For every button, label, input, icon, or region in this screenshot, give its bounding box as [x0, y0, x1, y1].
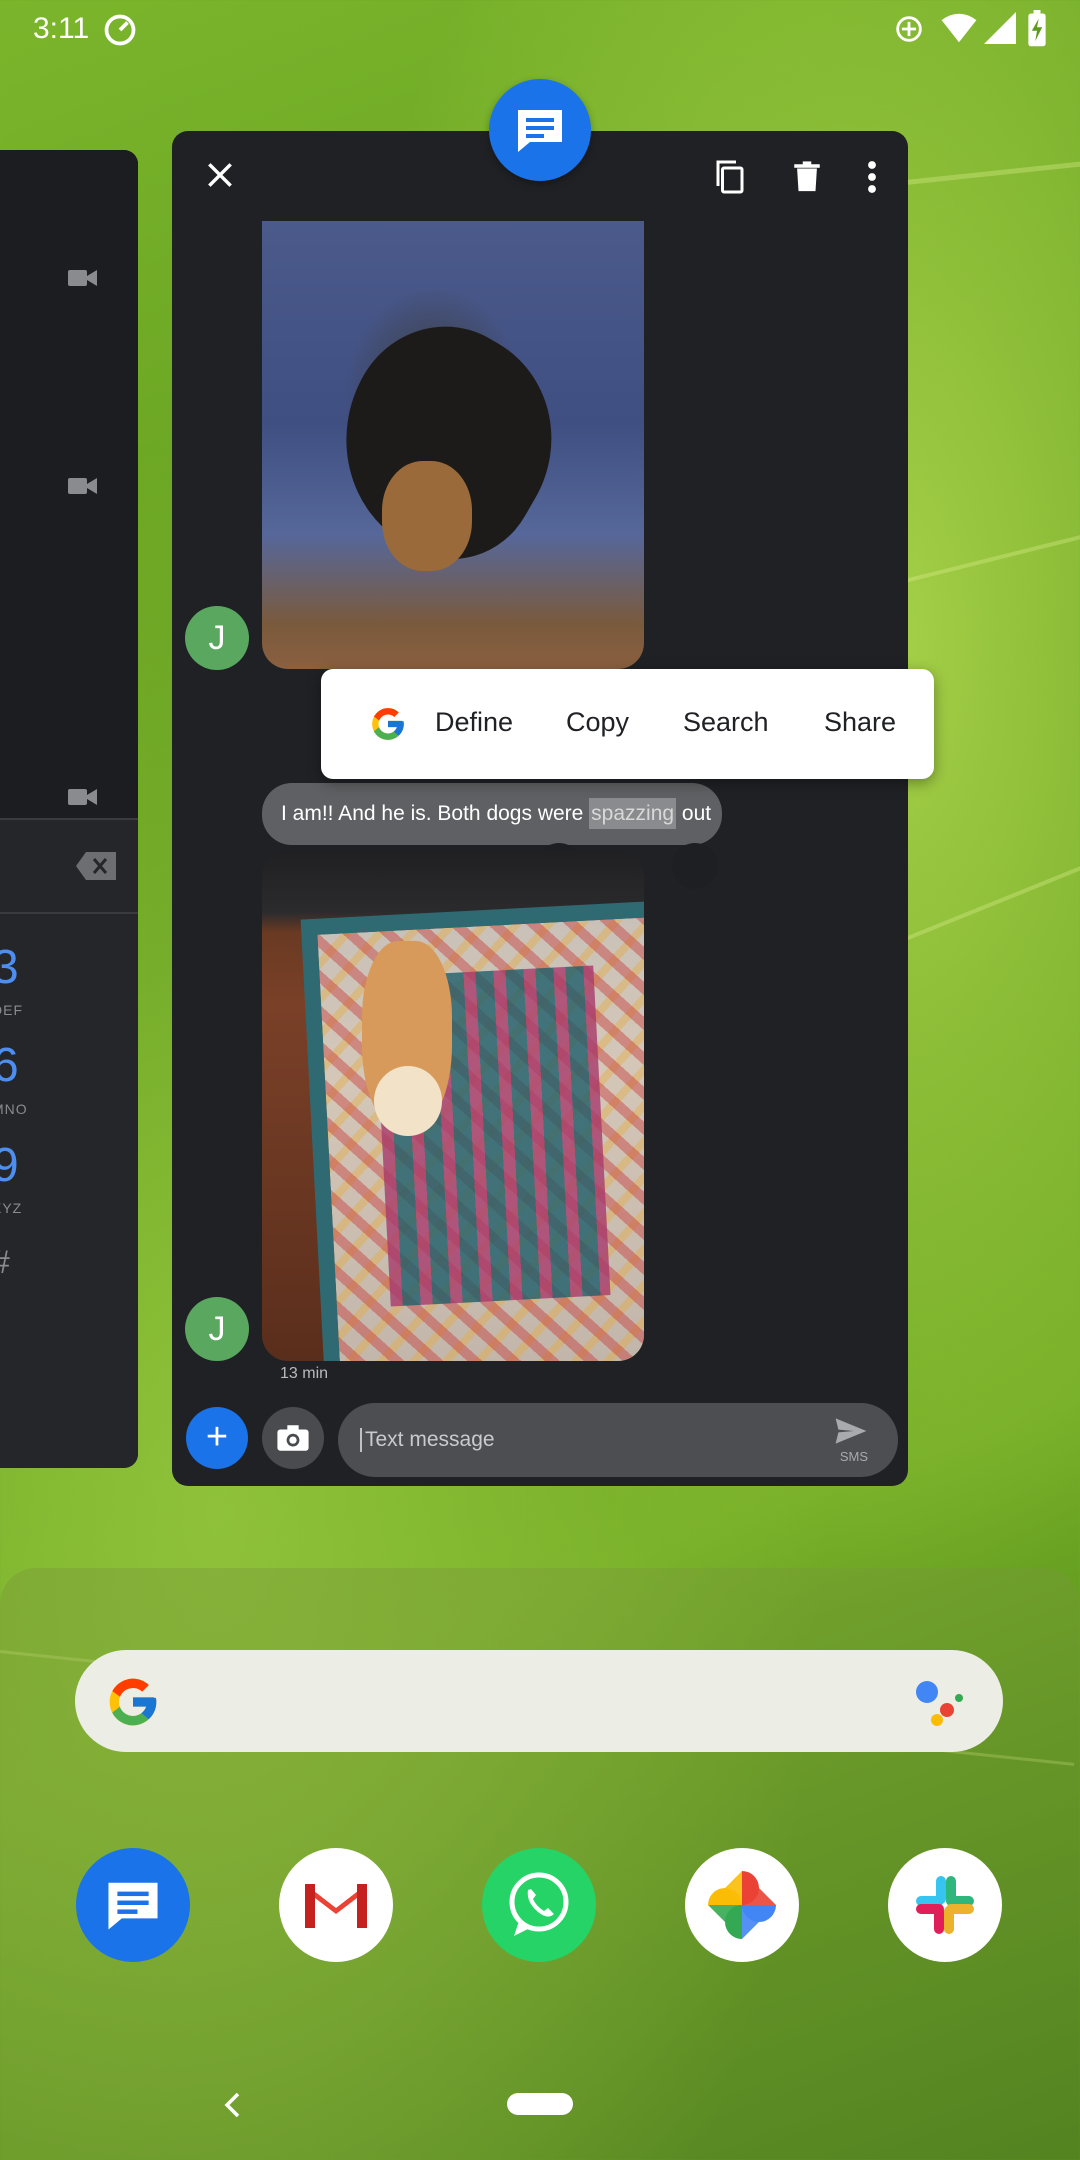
status-time: 3:11 [33, 12, 90, 45]
dial-key-hash[interactable]: # [0, 1244, 10, 1281]
dial-key-3-letters: DEF [0, 1002, 23, 1018]
recent-app-card-phone[interactable]: 3 DEF 6 MNO 9 XYZ # [0, 150, 138, 1468]
google-g-icon [109, 1678, 157, 1726]
status-bar: 3:11 [0, 0, 1080, 60]
signal-icon [984, 12, 1016, 44]
text-message-placeholder: Text message [360, 1428, 495, 1452]
delete-icon[interactable] [790, 159, 824, 195]
message-photo-dog-on-couch[interactable] [262, 221, 644, 669]
menu-copy[interactable]: Copy [566, 707, 629, 738]
menu-search[interactable]: Search [683, 707, 769, 738]
dock-app-messages[interactable] [76, 1848, 190, 1962]
wifi-icon [941, 13, 977, 43]
message-bubble-icon [518, 110, 562, 152]
avatar[interactable]: J [185, 606, 249, 670]
dialpad: 3 DEF 6 MNO 9 XYZ # [0, 818, 138, 1468]
message-timestamp: 13 min [280, 1365, 329, 1382]
video-call-icon[interactable] [68, 268, 98, 288]
recent-app-card-messages[interactable]: J I am!! And he is. Both dogs were spazz… [172, 131, 908, 1486]
data-saver-icon [104, 14, 136, 46]
dial-key-6[interactable]: 6 [0, 1038, 19, 1093]
close-icon[interactable] [204, 159, 236, 191]
camera-icon [277, 1425, 309, 1451]
avatar[interactable]: J [185, 1297, 249, 1361]
message-bubble[interactable]: I am!! And he is. Both dogs were spazzin… [262, 783, 722, 845]
home-nav-pill[interactable] [507, 2093, 573, 2115]
more-vert-icon[interactable] [864, 159, 880, 195]
messages-icon [108, 1882, 158, 1930]
text-message-input[interactable]: Text message SMS [338, 1403, 898, 1477]
gmail-icon [305, 1884, 367, 1928]
selection-handle-right[interactable] [672, 843, 718, 889]
messages-app-icon[interactable] [489, 79, 591, 181]
dial-key-9[interactable]: 9 [0, 1138, 19, 1193]
slack-icon [916, 1876, 974, 1934]
menu-share[interactable]: Share [824, 707, 896, 738]
dock-app-gmail[interactable] [279, 1848, 393, 1962]
dial-key-9-letters: XYZ [0, 1200, 23, 1216]
whatsapp-icon [509, 1872, 569, 1936]
dock-app-slack[interactable] [888, 1848, 1002, 1962]
google-logo-icon[interactable] [369, 705, 407, 743]
backspace-icon[interactable] [76, 852, 116, 880]
photo-dog-face [374, 1066, 442, 1136]
add-attachment-button[interactable]: + [186, 1407, 248, 1469]
divider [0, 912, 138, 914]
call-log-area [0, 150, 138, 818]
composer-bar: + Text message SMS [172, 1393, 908, 1486]
back-nav-icon[interactable] [222, 2090, 242, 2120]
copy-icon[interactable] [712, 159, 748, 195]
text-selection-menu: Define Copy Search Share [321, 669, 934, 779]
photos-pinwheel-icon [708, 1871, 776, 1939]
google-search-bar[interactable] [75, 1650, 1003, 1752]
camera-button[interactable] [262, 1407, 324, 1469]
send-sms-label: SMS [839, 1449, 868, 1464]
video-call-icon[interactable] [68, 787, 98, 807]
google-assistant-icon[interactable] [911, 1676, 967, 1728]
send-icon[interactable] [834, 1417, 868, 1445]
selected-text[interactable]: spazzing [589, 798, 677, 829]
battery-charging-icon [1028, 10, 1046, 47]
message-text-end: out [676, 802, 712, 825]
message-text: I am!! And he is. Both dogs were [281, 802, 590, 825]
dock-app-whatsapp[interactable] [482, 1848, 596, 1962]
dial-key-6-letters: MNO [0, 1101, 28, 1117]
photo-dog-legs [382, 461, 472, 571]
message-photo-dog-on-rug[interactable] [262, 851, 644, 1361]
dial-key-3[interactable]: 3 [0, 940, 19, 995]
data-sync-icon [896, 16, 922, 42]
menu-define[interactable]: Define [435, 707, 513, 738]
video-call-icon[interactable] [68, 476, 98, 496]
dock-app-google-photos[interactable] [685, 1848, 799, 1962]
